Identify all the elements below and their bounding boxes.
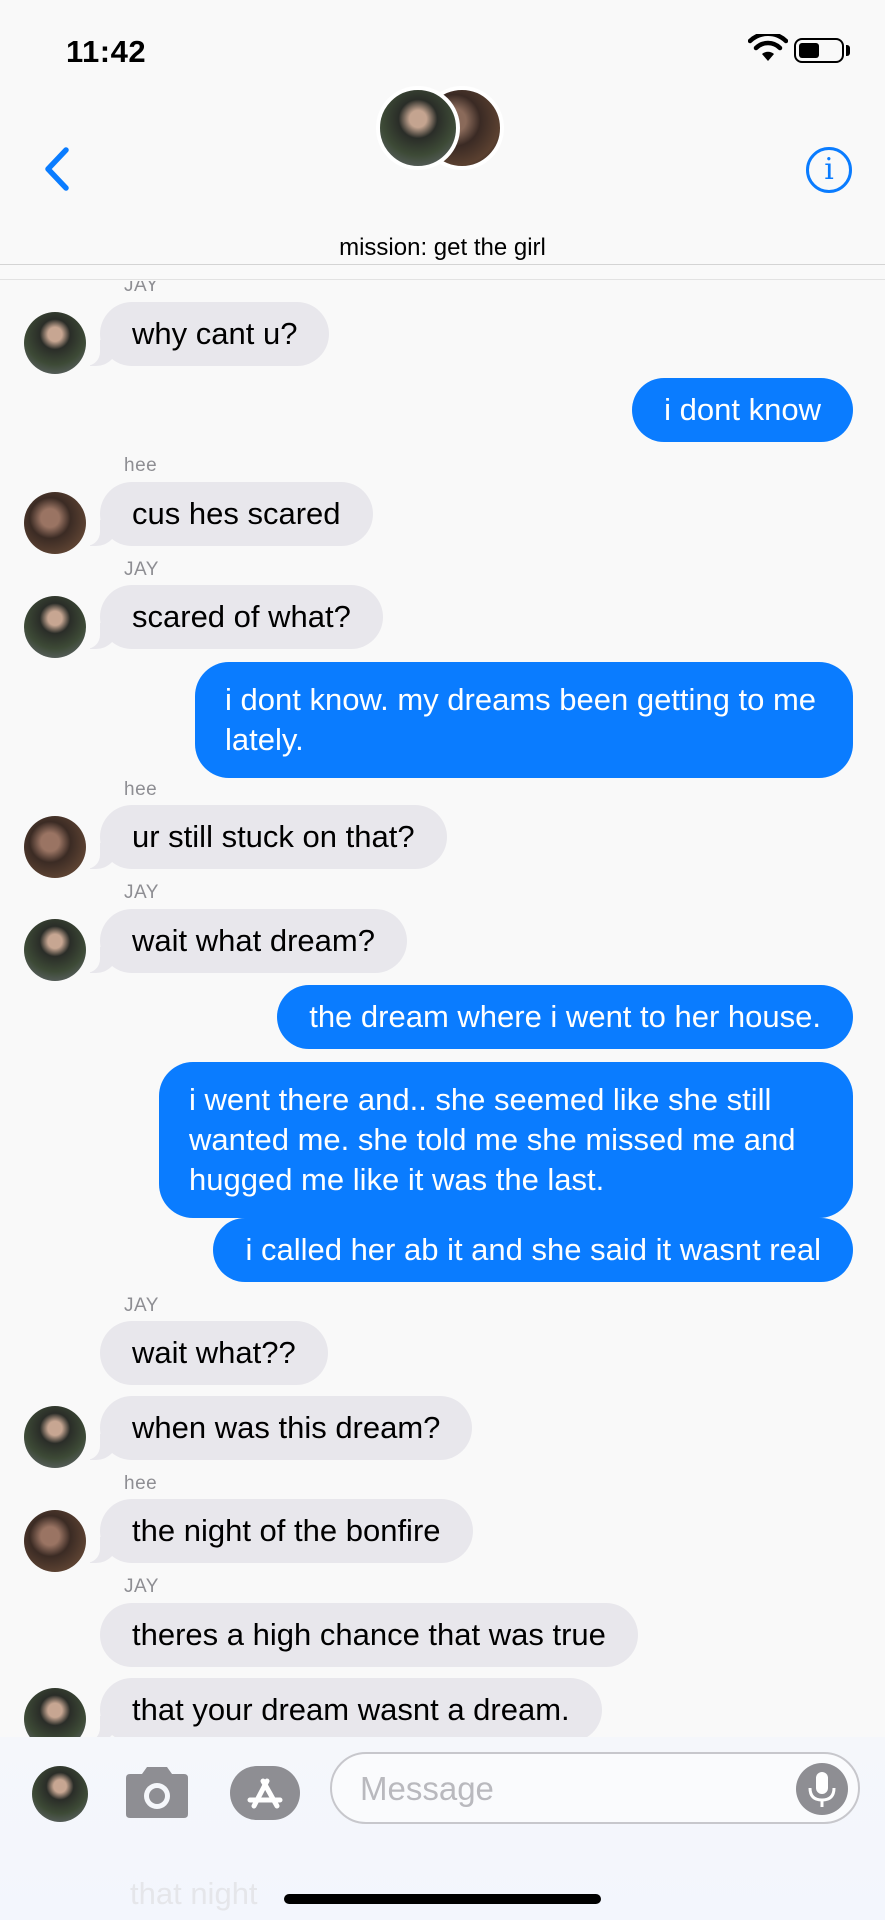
incoming-message[interactable]: why cant u? xyxy=(75,302,330,366)
outgoing-message[interactable]: i dont know xyxy=(632,378,853,442)
incoming-message[interactable]: wait what?? xyxy=(100,1321,328,1385)
camera-icon[interactable] xyxy=(122,1764,192,1820)
incoming-message[interactable]: wait what dream? xyxy=(76,909,407,973)
microphone-icon xyxy=(808,1772,836,1807)
incoming-message[interactable]: the night of the bonfire xyxy=(76,1499,473,1563)
battery-icon xyxy=(794,38,844,63)
avatar-jay[interactable] xyxy=(24,919,86,981)
avatar-jay[interactable] xyxy=(24,312,86,374)
incoming-message[interactable]: when was this dream? xyxy=(75,1396,473,1460)
avatar-hee[interactable] xyxy=(24,1510,86,1572)
ghost-message-text: that night xyxy=(130,1876,258,1911)
incoming-message[interactable]: scared of what? xyxy=(76,585,383,649)
message-list[interactable]: JAY why cant u? i dont know hee cus hes … xyxy=(0,281,885,1737)
sender-name: JAY xyxy=(124,559,159,580)
header-divider xyxy=(0,279,885,280)
info-icon[interactable]: i xyxy=(806,147,852,193)
incoming-message[interactable]: theres a high chance that was true xyxy=(100,1603,638,1667)
avatar-jay[interactable] xyxy=(24,1406,86,1468)
back-chevron-icon[interactable] xyxy=(38,144,78,194)
wifi-icon xyxy=(748,34,788,61)
incoming-message[interactable]: that your dream wasnt a dream. xyxy=(76,1678,602,1737)
outgoing-message[interactable]: i dont know. my dreams been getting to m… xyxy=(195,662,853,778)
group-title[interactable]: mission: get the girl xyxy=(0,234,885,262)
avatar-jay[interactable] xyxy=(24,596,86,658)
incoming-message[interactable]: cus hes scared xyxy=(76,482,373,546)
header-divider xyxy=(0,264,885,265)
outgoing-message[interactable]: the dream where i went to her house. xyxy=(277,985,853,1049)
outgoing-message[interactable]: i went there and.. she seemed like she s… xyxy=(159,1062,853,1218)
sender-name: JAY xyxy=(124,281,159,296)
avatar-jay[interactable] xyxy=(24,1688,86,1737)
sender-name: hee xyxy=(124,1473,158,1494)
sender-name: hee xyxy=(124,779,158,800)
incoming-message[interactable]: ur still stuck on that? xyxy=(76,805,447,869)
status-time: 11:42 xyxy=(66,34,147,69)
battery-cap xyxy=(846,45,850,56)
microphone-button[interactable] xyxy=(796,1763,848,1815)
message-placeholder: Message xyxy=(360,1770,494,1807)
avatar-hee[interactable] xyxy=(24,816,86,878)
outgoing-message[interactable]: i called her ab it and she said it wasnt… xyxy=(213,1218,853,1282)
sender-name: JAY xyxy=(124,1295,159,1316)
sender-name: JAY xyxy=(124,882,159,903)
app-store-button[interactable] xyxy=(230,1766,300,1820)
home-indicator[interactable] xyxy=(284,1894,601,1904)
avatar-hee[interactable] xyxy=(24,492,86,554)
memoji-avatar-button[interactable] xyxy=(32,1766,88,1822)
group-avatar-jay[interactable] xyxy=(376,86,460,170)
sender-name: JAY xyxy=(124,1576,159,1597)
app-store-icon xyxy=(247,1778,283,1809)
sender-name: hee xyxy=(124,455,158,476)
